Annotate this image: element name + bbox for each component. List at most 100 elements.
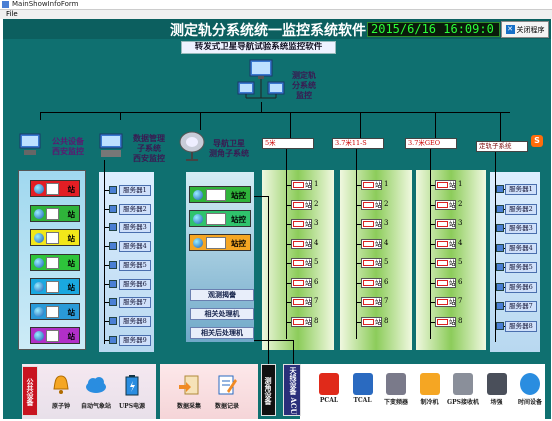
station-name-field — [363, 182, 374, 188]
sub-station-number: 4 — [314, 238, 319, 247]
orbit-subsystem-box[interactable]: 定轨子系统 — [476, 141, 528, 152]
field-strength-device[interactable]: 场强 — [481, 373, 513, 406]
sub-station-button[interactable]: 站 — [361, 199, 382, 210]
gps-receiver-device[interactable]: GPS接收机 — [447, 373, 479, 406]
weather-station-device[interactable]: 自动气象站 — [78, 373, 114, 410]
sub-station-label: 站 — [305, 278, 312, 287]
ups-device[interactable]: UPS电源 — [116, 373, 148, 410]
server-button[interactable]: 服务器9 — [119, 334, 151, 346]
tcal-label: TCAL — [353, 397, 372, 404]
sub-station-button[interactable]: 站 — [435, 219, 456, 229]
station-name-field — [437, 260, 448, 266]
server-button[interactable]: 服务器6 — [505, 281, 537, 293]
sub-station-button[interactable]: 站 — [291, 258, 312, 268]
server-button[interactable]: 服务器8 — [505, 320, 537, 332]
public-station-button[interactable]: 站 — [30, 180, 80, 197]
station-name-field — [293, 221, 304, 227]
server-button[interactable]: 服务器7 — [119, 297, 151, 309]
process-button[interactable]: 相关处理机 — [190, 308, 254, 320]
connector — [290, 112, 291, 138]
server-button[interactable]: 服务器3 — [505, 223, 537, 234]
station-name-field — [363, 299, 374, 305]
sub-station-button[interactable]: 站 — [361, 238, 382, 249]
cooler-device[interactable]: 制冷机 — [414, 373, 446, 406]
sub-station-button[interactable]: 站 — [361, 316, 382, 327]
server-button[interactable]: 服务器2 — [505, 203, 537, 215]
sub-station-button[interactable]: 站 — [361, 277, 382, 288]
server-button[interactable]: 服务器1 — [119, 185, 151, 196]
server-button[interactable]: 服务器2 — [119, 203, 151, 215]
close-program-button[interactable]: ✕ 关闭程序 — [501, 21, 549, 38]
downconverter-device[interactable]: 下变频器 — [380, 373, 412, 406]
sub-station-label: 站 — [449, 220, 456, 228]
sub-station-button[interactable]: 站 — [291, 316, 312, 327]
server-button[interactable]: 服务器7 — [505, 301, 537, 312]
angle-measurement-line-1: 导航卫星 — [213, 138, 245, 148]
process-button[interactable]: 观测揭誊 — [190, 289, 254, 301]
server-button[interactable]: 服务器5 — [505, 262, 537, 273]
data-record-device[interactable]: 数据记录 — [210, 373, 244, 410]
atomic-clock-device[interactable]: 原子钟 — [46, 373, 76, 410]
sub-station-button[interactable]: 站 — [361, 297, 382, 307]
sub-station-button[interactable]: 站 — [435, 297, 456, 307]
sub-station-number: 6 — [314, 277, 319, 286]
server-icon — [109, 260, 117, 269]
server-button[interactable]: 服务器4 — [119, 241, 151, 253]
pcal-device[interactable]: PCAL — [313, 373, 345, 404]
server-button[interactable]: 服务器8 — [119, 315, 151, 327]
angle-station-button[interactable]: 站控 — [189, 186, 251, 203]
data-management-computer-icon[interactable] — [98, 132, 126, 160]
sub-station-button[interactable]: 站 — [435, 258, 456, 268]
angle-station-button[interactable]: 站控 — [189, 234, 251, 251]
network-computer-icon[interactable] — [236, 58, 286, 102]
station-name-field — [293, 240, 304, 247]
server-icon — [109, 335, 117, 344]
satellite-dish-icon[interactable] — [178, 130, 206, 162]
sub-station-button[interactable]: 站 — [291, 219, 312, 229]
sub-station-button[interactable]: 站 — [435, 277, 456, 288]
public-station-button[interactable]: 站 — [30, 302, 80, 320]
angle-station-button[interactable]: 站控 — [189, 210, 251, 227]
connector — [293, 340, 294, 364]
server-button[interactable]: 服务器4 — [505, 242, 537, 254]
data-record-icon — [218, 375, 237, 395]
menu-file[interactable]: File — [6, 10, 18, 18]
data-collection-device[interactable]: 数据采集 — [172, 373, 206, 410]
atomic-clock-label: 原子钟 — [51, 403, 70, 410]
sub-station-button[interactable]: 站 — [435, 199, 456, 210]
input-method-icon[interactable]: S — [531, 135, 543, 147]
connector — [40, 112, 41, 120]
sub-station-button[interactable]: 站 — [435, 316, 456, 327]
station-name-field — [46, 183, 59, 195]
subsystem-37m-11s-box[interactable]: 3.7米11-S — [332, 138, 384, 149]
sub-station-label: 站 — [375, 200, 382, 209]
public-station-button[interactable]: 站 — [30, 253, 80, 271]
public-station-button[interactable]: 站 — [30, 278, 80, 295]
server-button[interactable]: 服务器1 — [505, 184, 537, 195]
server-button[interactable]: 服务器6 — [119, 278, 151, 290]
process-button[interactable]: 相关后处理机 — [190, 327, 254, 339]
subsystem-37m-geo-box[interactable]: 3.7米GEO — [405, 138, 457, 149]
public-station-button[interactable]: 站 — [30, 229, 80, 246]
sub-station-button[interactable]: 站 — [291, 297, 312, 307]
globe-icon — [34, 257, 44, 268]
sub-station-button[interactable]: 站 — [291, 238, 312, 249]
sub-station-button[interactable]: 站 — [361, 258, 382, 268]
sub-station-button[interactable]: 站 — [361, 180, 382, 190]
sub-station-button[interactable]: 站 — [435, 238, 456, 249]
connector — [40, 112, 510, 113]
station-name-field — [46, 305, 59, 318]
tcal-device[interactable]: TCAL — [347, 373, 379, 404]
sub-station-button[interactable]: 站 — [435, 180, 456, 190]
sub-station-button[interactable]: 站 — [361, 219, 382, 229]
public-station-button[interactable]: 站 — [30, 204, 80, 222]
public-equipment-computer-icon[interactable] — [18, 132, 44, 158]
server-button[interactable]: 服务器5 — [119, 259, 151, 271]
sub-station-button[interactable]: 站 — [291, 277, 312, 288]
time-device[interactable]: 时间设备 — [514, 373, 546, 406]
public-station-button[interactable]: 站 — [30, 327, 80, 344]
sub-station-button[interactable]: 站 — [291, 180, 312, 190]
subsystem-5m-box[interactable]: 5米 — [262, 138, 314, 149]
server-button[interactable]: 服务器3 — [119, 222, 151, 234]
sub-station-button[interactable]: 站 — [291, 199, 312, 210]
